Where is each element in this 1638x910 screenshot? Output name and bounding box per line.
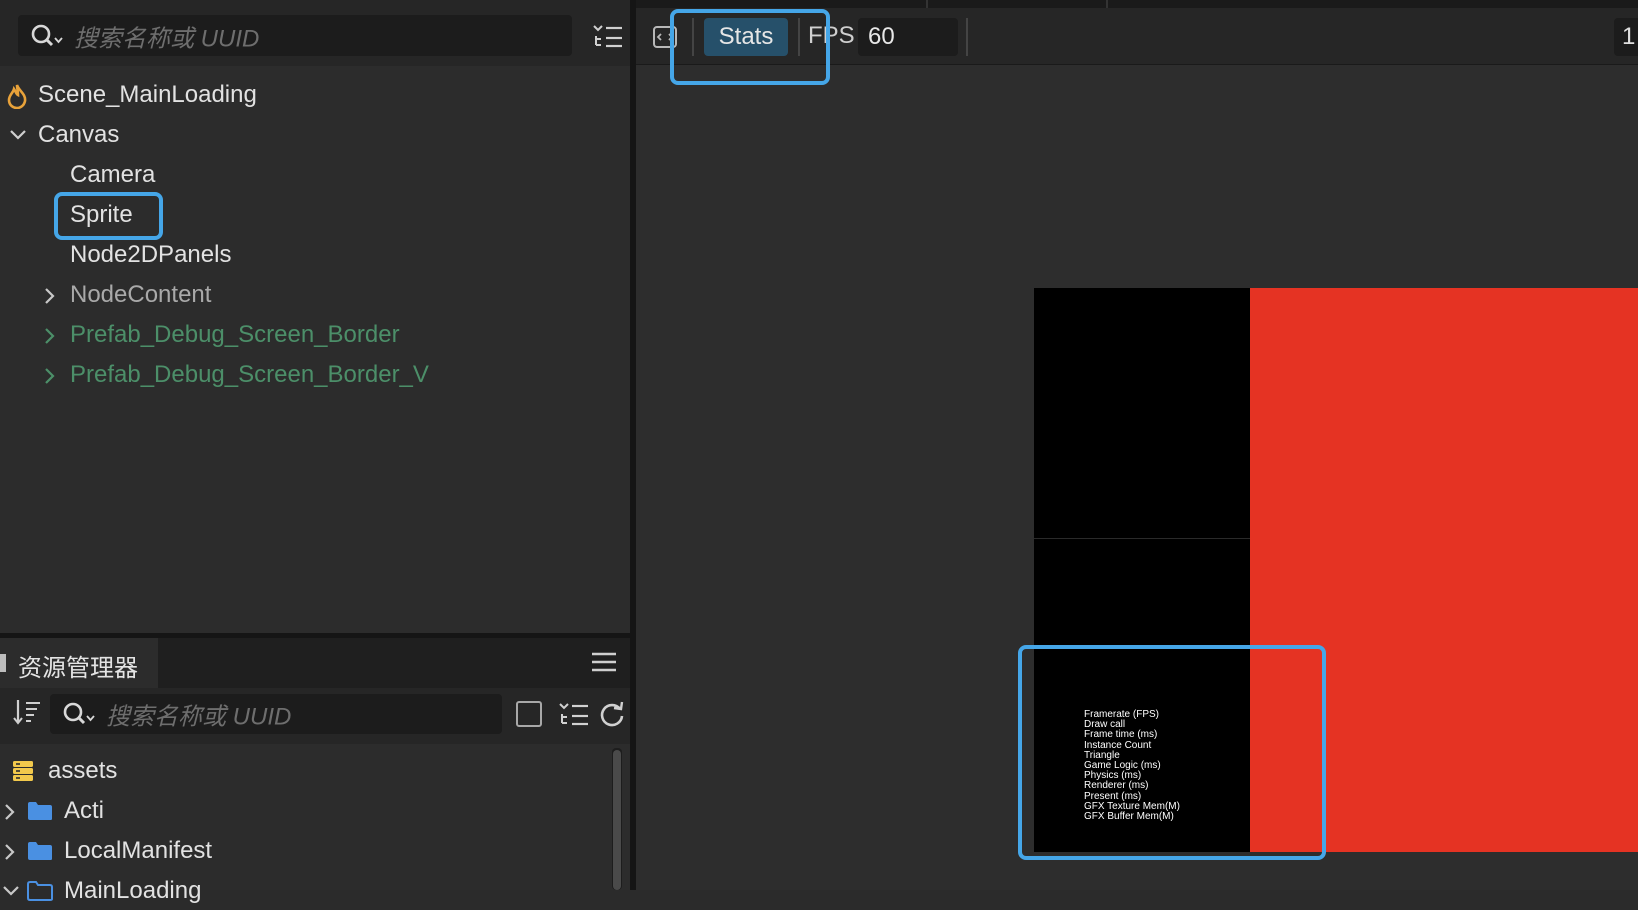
scrollbar-thumb[interactable] — [613, 750, 621, 890]
assets-panel-title: 资源管理器 — [18, 655, 138, 682]
list-options-icon[interactable] — [558, 700, 590, 728]
stats-highlight-box — [670, 9, 830, 85]
sprite-highlight-box — [54, 192, 163, 240]
tree-item-label: Scene_MainLoading — [38, 81, 257, 108]
list-options-icon[interactable] — [592, 22, 624, 50]
refresh-icon[interactable] — [598, 700, 626, 728]
tree-item-prefab-border[interactable]: Prefab_Debug_Screen_Border — [0, 316, 630, 354]
chevron-right-icon[interactable] — [2, 803, 18, 821]
toolbar-separator — [966, 18, 968, 56]
hierarchy-search-placeholder: 搜索名称或 UUID — [74, 25, 260, 52]
chevron-right-icon[interactable] — [42, 367, 58, 385]
asset-item-localmanifest[interactable]: LocalManifest — [0, 832, 600, 870]
assets-tab[interactable]: 资源管理器 — [0, 638, 158, 688]
asset-item-assets[interactable]: assets — [0, 752, 600, 790]
tree-item-label: Prefab_Debug_Screen_Border — [70, 321, 400, 348]
scene-tab-strip — [636, 0, 1638, 8]
panel-grip-icon — [0, 654, 6, 672]
assets-scrollbar[interactable] — [612, 748, 622, 890]
fps-input[interactable]: 60 — [858, 18, 958, 56]
folder-icon — [28, 842, 52, 860]
tree-item-label: NodeContent — [70, 281, 212, 308]
chevron-down-icon[interactable] — [9, 127, 27, 143]
tree-item-camera[interactable]: Camera — [0, 156, 630, 194]
asset-item-label: MainLoading — [64, 877, 202, 904]
tab-separator — [926, 0, 928, 8]
database-icon — [13, 761, 33, 781]
tree-item-canvas[interactable]: Canvas — [0, 116, 630, 154]
asset-item-mainloading[interactable]: MainLoading — [0, 872, 600, 910]
folder-icon — [28, 802, 52, 820]
menu-icon[interactable] — [590, 650, 618, 674]
folder-open-icon — [27, 881, 53, 901]
asset-item-label: assets — [48, 757, 118, 784]
assets-search-input[interactable]: 搜索名称或 UUID — [50, 694, 502, 734]
search-icon — [63, 702, 95, 725]
sort-icon[interactable] — [12, 697, 44, 727]
chevron-right-icon[interactable] — [42, 327, 58, 345]
stats-overlay-highlight-box — [1018, 645, 1326, 860]
tree-item-scene[interactable]: Scene_MainLoading — [0, 76, 630, 114]
hierarchy-search-input[interactable]: 搜索名称或 UUID — [18, 15, 572, 56]
scene-icon — [7, 84, 27, 109]
tree-item-label: Canvas — [38, 121, 120, 148]
tree-item-nodecontent[interactable]: NodeContent — [0, 276, 630, 314]
scale-input[interactable]: 1 — [1614, 18, 1638, 56]
assets-search-placeholder: 搜索名称或 UUID — [106, 703, 292, 731]
tab-separator — [1106, 0, 1108, 8]
filter-checkbox[interactable] — [516, 701, 542, 727]
chevron-right-icon[interactable] — [2, 843, 18, 861]
asset-item-label: Acti — [64, 797, 105, 824]
asset-item-acti[interactable]: Acti — [0, 792, 600, 830]
chevron-right-icon[interactable] — [42, 287, 58, 305]
tree-item-label: Prefab_Debug_Screen_Border_V — [70, 361, 429, 388]
chevron-down-icon[interactable] — [2, 883, 20, 899]
tree-item-prefab-border-v[interactable]: Prefab_Debug_Screen_Border_V — [0, 356, 630, 394]
canvas-divider — [1034, 538, 1250, 539]
asset-item-label: LocalManifest — [64, 837, 213, 864]
tree-item-label: Node2DPanels — [70, 241, 232, 268]
search-icon — [31, 24, 63, 46]
tree-item-label: Camera — [70, 161, 156, 188]
tree-item-node2dpanels[interactable]: Node2DPanels — [0, 236, 630, 274]
